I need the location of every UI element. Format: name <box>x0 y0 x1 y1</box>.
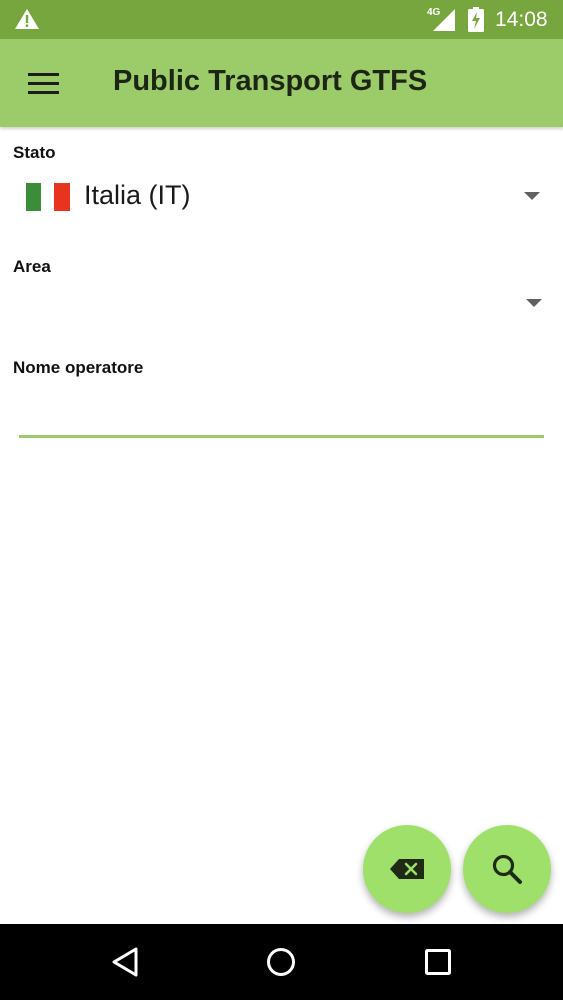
clear-button[interactable] <box>363 825 451 913</box>
area-label: Area <box>13 257 51 276</box>
area-dropdown[interactable] <box>13 278 550 328</box>
operator-label: Nome operatore <box>13 358 144 377</box>
search-icon <box>492 854 522 884</box>
back-icon[interactable] <box>103 942 147 982</box>
dropdown-arrow-icon <box>524 192 540 200</box>
search-button[interactable] <box>463 825 551 913</box>
country-selected-value: Italia (IT) <box>84 180 191 210</box>
backspace-clear-icon <box>390 859 424 879</box>
screen: 4G 14:08 Public Transport GTFS Stato Ita… <box>0 0 563 1000</box>
toolbar: Public Transport GTFS <box>0 39 563 127</box>
dropdown-arrow-icon <box>526 299 542 307</box>
home-icon[interactable] <box>259 942 303 982</box>
clock: 14:08 <box>495 8 548 31</box>
page-title: Public Transport GTFS <box>113 65 428 97</box>
country-label: Stato <box>13 143 56 162</box>
country-dropdown[interactable]: Italia (IT) <box>13 172 550 222</box>
hamburger-menu-icon[interactable] <box>20 61 66 105</box>
battery-charging-icon <box>468 7 484 32</box>
operator-name-input[interactable] <box>19 386 544 438</box>
italy-flag-icon <box>26 183 70 211</box>
navigation-bar <box>0 924 563 1000</box>
warning-icon <box>15 9 39 29</box>
status-bar: 4G 14:08 <box>0 0 563 39</box>
recents-icon[interactable] <box>416 942 460 982</box>
signal-icon <box>433 9 455 31</box>
